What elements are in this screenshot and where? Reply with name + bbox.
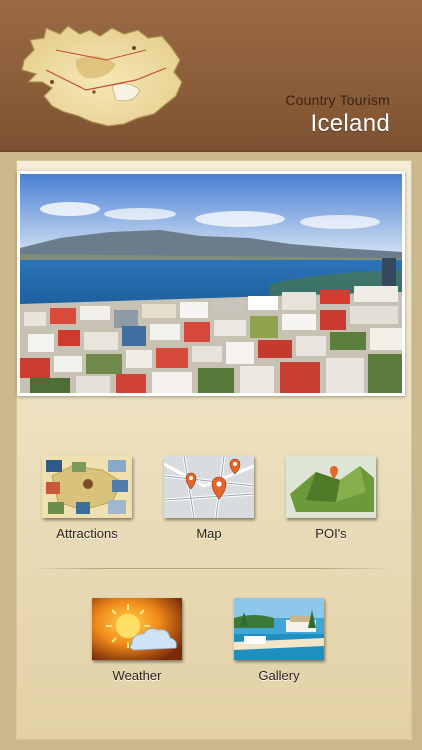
gallery-photos-icon bbox=[234, 598, 324, 660]
weather-sun-cloud-icon bbox=[92, 598, 182, 660]
terrain-pin-icon bbox=[286, 456, 376, 518]
weather-button[interactable]: Weather bbox=[92, 598, 182, 688]
map-button[interactable]: Map bbox=[164, 456, 254, 546]
pois-label: POI's bbox=[315, 526, 347, 541]
menu-divider bbox=[30, 568, 392, 569]
app-title: Iceland bbox=[310, 110, 390, 137]
gallery-label: Gallery bbox=[258, 668, 300, 683]
reykjavik-city-photo bbox=[20, 174, 402, 393]
hero-photo-frame bbox=[17, 171, 405, 396]
attractions-icon bbox=[42, 456, 132, 518]
app-header: Country Tourism Iceland bbox=[0, 0, 422, 152]
map-pins-icon bbox=[164, 456, 254, 518]
weather-label: Weather bbox=[112, 668, 162, 683]
app-subtitle: Country Tourism bbox=[285, 92, 390, 108]
iceland-map-icon bbox=[16, 20, 186, 132]
gallery-button[interactable]: Gallery bbox=[234, 598, 324, 688]
pois-button[interactable]: POI's bbox=[286, 456, 376, 546]
attractions-button[interactable]: Attractions bbox=[42, 456, 132, 546]
